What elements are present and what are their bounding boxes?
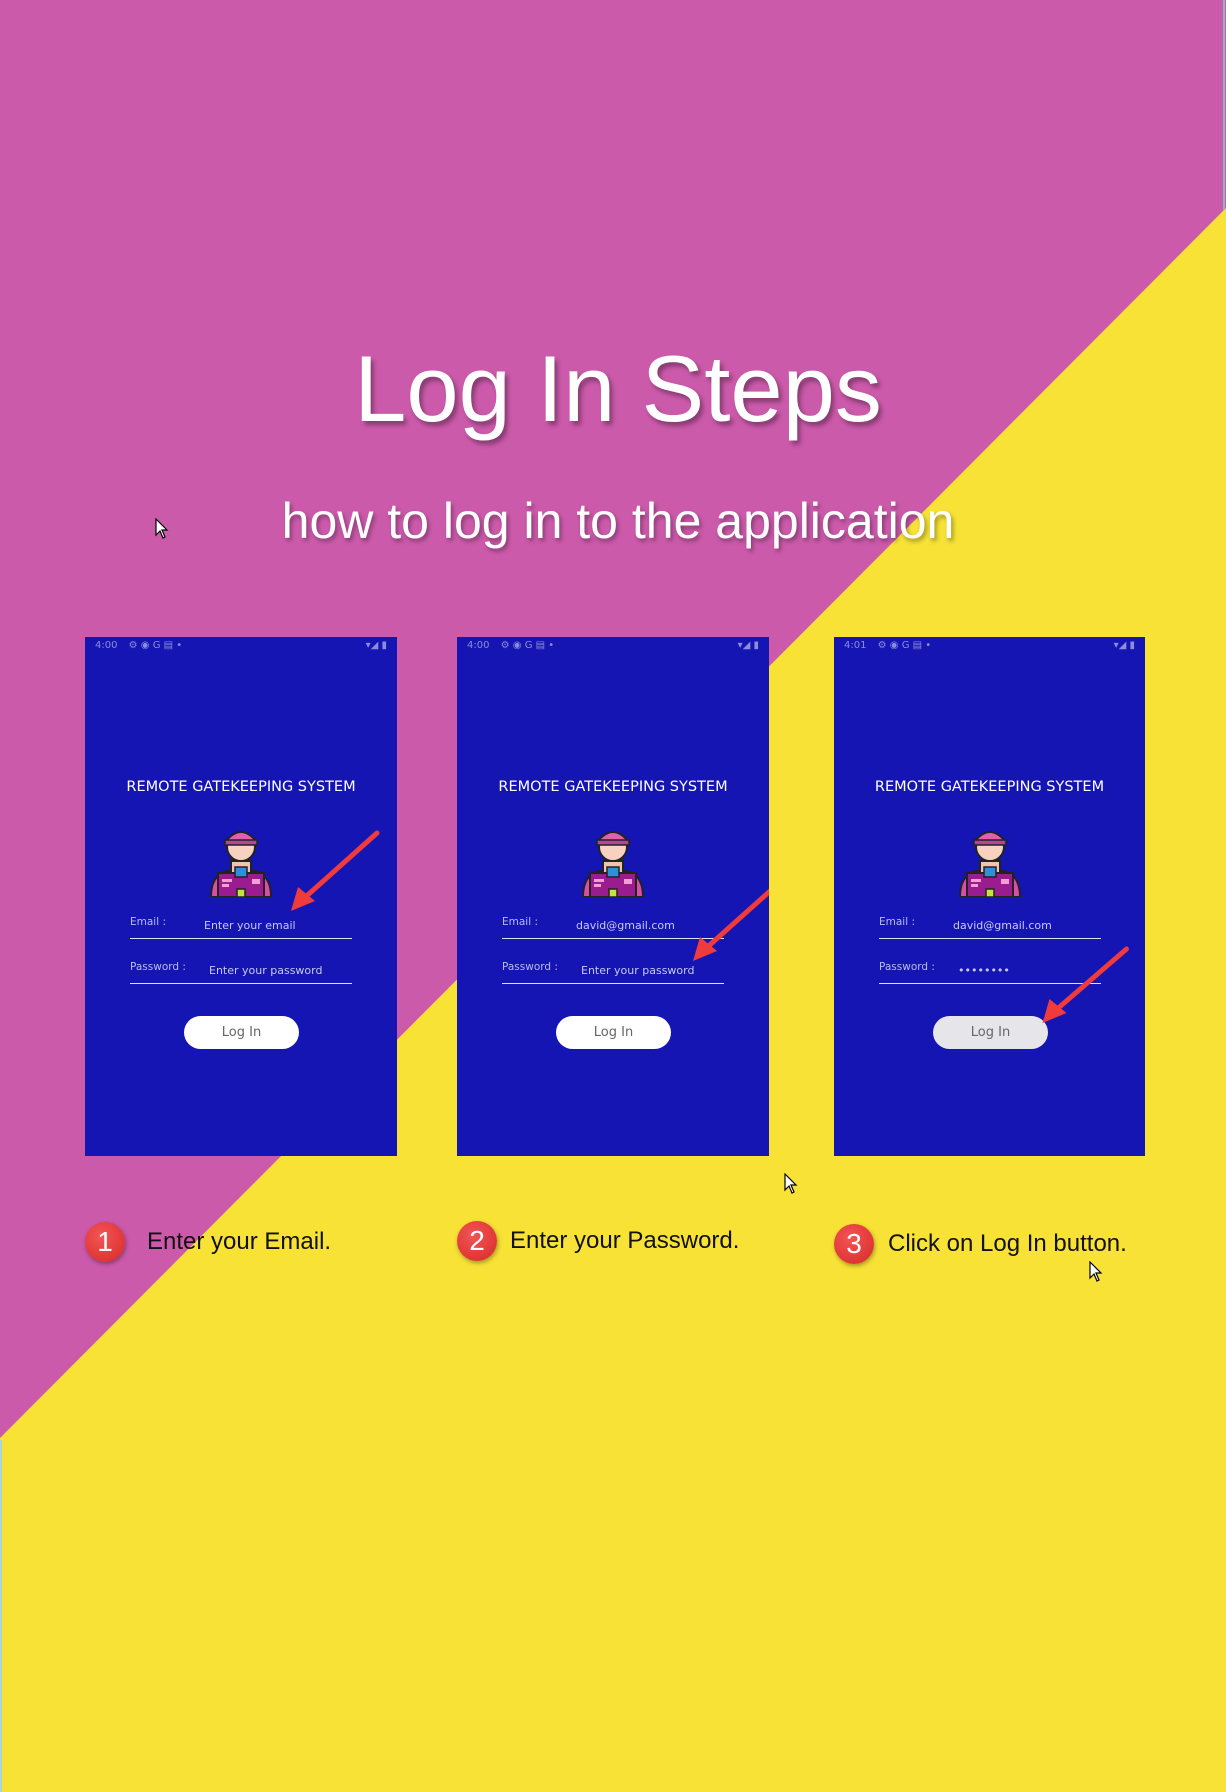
password-field[interactable]: Password : Enter your password: [130, 961, 352, 984]
status-bar: 4:01 ⚙ ◉ G ▤ • ▾◢ ▮: [844, 640, 1135, 654]
mouse-cursor-icon: [155, 518, 169, 539]
app-title: REMOTE GATEKEEPING SYSTEM: [874, 779, 1105, 795]
step-text: Click on Log In button.: [888, 1230, 1127, 1257]
email-field[interactable]: Email : david@gmail.com: [879, 916, 1101, 939]
password-input[interactable]: ••••••••: [958, 964, 1010, 977]
status-time: 4:00: [467, 640, 490, 651]
email-field[interactable]: Email : david@gmail.com: [502, 916, 724, 939]
status-time: 4:01: [844, 640, 867, 651]
app-title: REMOTE GATEKEEPING SYSTEM: [498, 779, 728, 795]
page-subtitle: how to log in to the application: [281, 493, 955, 549]
phone-screenshot-step-2: 4:00 ⚙ ◉ G ▤ • ▾◢ ▮ REMOTE GATEKEEPING S…: [457, 637, 769, 1156]
status-icons: ⚙ ◉ G ▤ •: [877, 640, 932, 651]
login-button[interactable]: Log In: [933, 1016, 1048, 1049]
app-title: REMOTE GATEKEEPING SYSTEM: [126, 779, 356, 795]
password-label: Password :: [879, 961, 935, 973]
email-input[interactable]: david@gmail.com: [576, 919, 675, 932]
delivery-person-icon: [209, 831, 273, 897]
email-label: Email :: [879, 916, 916, 928]
phone-screenshot-step-3: 4:01 ⚙ ◉ G ▤ • ▾◢ ▮ REMOTE GATEKEEPING S…: [834, 637, 1145, 1156]
password-field[interactable]: Password : Enter your password: [502, 961, 724, 984]
password-label: Password :: [130, 961, 186, 973]
password-label: Password :: [502, 961, 558, 973]
status-bar: 4:00 ⚙ ◉ G ▤ • ▾◢ ▮: [95, 640, 387, 654]
email-input[interactable]: david@gmail.com: [953, 919, 1052, 932]
step-number-badge: 2: [457, 1221, 497, 1261]
status-right-icons: ▾◢ ▮: [1113, 640, 1135, 651]
login-button[interactable]: Log In: [184, 1016, 299, 1049]
delivery-person-icon: [581, 831, 645, 897]
login-button[interactable]: Log In: [556, 1016, 671, 1049]
mouse-cursor-icon: [1089, 1261, 1103, 1282]
status-icons: ⚙ ◉ G ▤ •: [128, 640, 183, 651]
delivery-person-icon: [958, 831, 1022, 897]
password-input[interactable]: Enter your password: [581, 964, 694, 977]
phone-screenshot-step-1: 4:00 ⚙ ◉ G ▤ • ▾◢ ▮ REMOTE GATEKEEPING S…: [85, 637, 397, 1156]
password-field[interactable]: Password : ••••••••: [879, 961, 1101, 984]
step-text: Enter your Password.: [510, 1227, 740, 1254]
step-text: Enter your Email.: [147, 1228, 332, 1255]
status-icons: ⚙ ◉ G ▤ •: [500, 640, 555, 651]
email-input[interactable]: Enter your email: [204, 919, 296, 932]
status-time: 4:00: [95, 640, 118, 651]
status-right-icons: ▾◢ ▮: [737, 640, 759, 651]
page-title: Log In Steps: [354, 336, 882, 441]
status-right-icons: ▾◢ ▮: [365, 640, 387, 651]
step-number-badge: 1: [85, 1222, 125, 1262]
password-input[interactable]: Enter your password: [209, 964, 322, 977]
email-field[interactable]: Email : Enter your email: [130, 916, 352, 939]
mouse-cursor-icon: [784, 1173, 798, 1194]
step-number-badge: 3: [834, 1224, 874, 1264]
email-label: Email :: [130, 916, 167, 928]
email-label: Email :: [502, 916, 539, 928]
status-bar: 4:00 ⚙ ◉ G ▤ • ▾◢ ▮: [467, 640, 759, 654]
